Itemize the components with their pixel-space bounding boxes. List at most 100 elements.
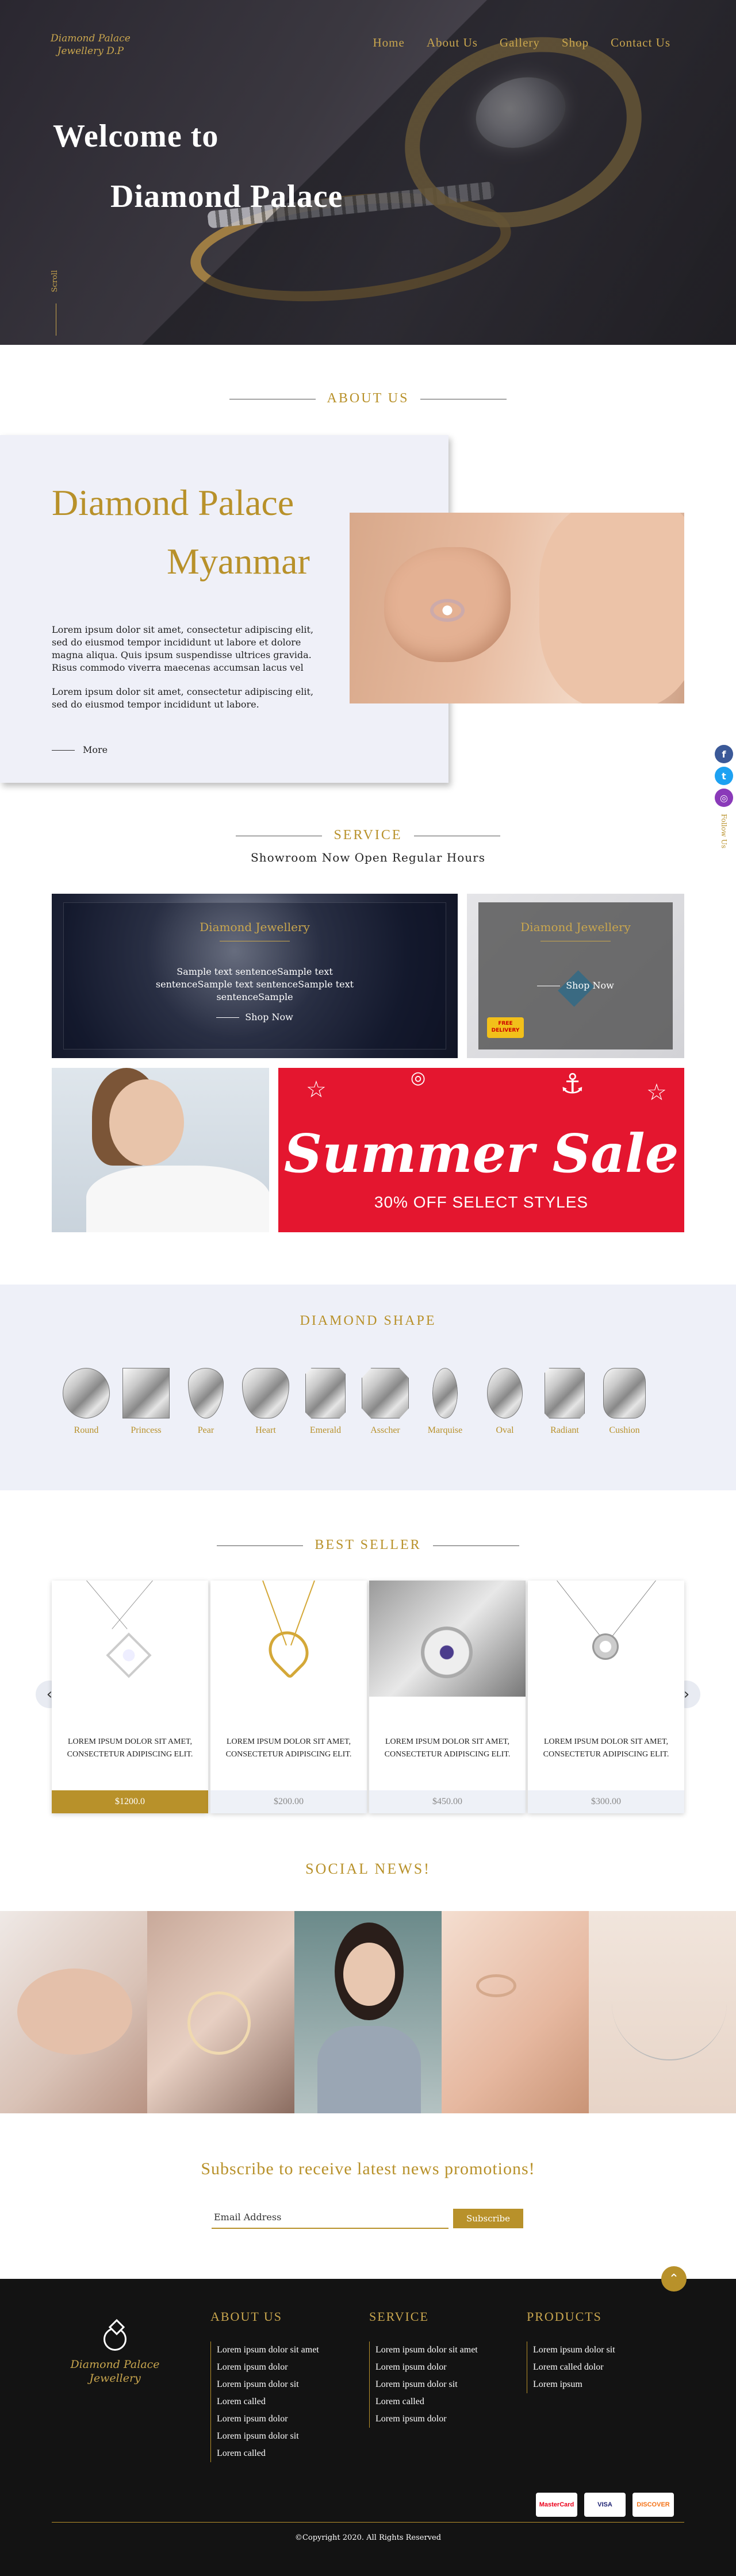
- nav-about-us[interactable]: About Us: [427, 36, 478, 50]
- footer-link[interactable]: Lorem ipsum dolor: [217, 2359, 319, 2376]
- sale-title: Summer Sale: [283, 1122, 679, 1185]
- service-shop-now-link[interactable]: Shop Now: [467, 980, 684, 991]
- product-image: [369, 1581, 526, 1697]
- shape-heart[interactable]: Heart: [236, 1368, 296, 1436]
- shape-marquise[interactable]: Marquise: [415, 1368, 475, 1436]
- social-photo-finger-ring[interactable]: [442, 1911, 589, 2113]
- ring-logo-icon: [103, 2328, 126, 2351]
- social-news-gallery: [0, 1911, 736, 2113]
- footer-link[interactable]: Lorem called: [375, 2393, 478, 2410]
- subscribe-button[interactable]: Subscribe: [453, 2209, 523, 2228]
- product-price[interactable]: $200.00: [210, 1790, 367, 1813]
- visa-icon: VISA: [584, 2493, 626, 2517]
- service-card-title: Diamond Jewellery: [520, 920, 631, 934]
- mastercard-icon: MasterCard: [536, 2493, 577, 2517]
- twitter-icon[interactable]: t: [715, 767, 733, 785]
- diamond-shape-title: DIAMOND SHAPE: [300, 1313, 436, 1328]
- nav-home[interactable]: Home: [373, 36, 405, 50]
- about-ring-photo: [350, 513, 684, 703]
- instagram-icon[interactable]: ◎: [715, 789, 733, 807]
- shape-emerald[interactable]: Emerald: [296, 1368, 355, 1436]
- footer-about-column: ABOUT US Lorem ipsum dolor sit amet Lore…: [210, 2309, 319, 2462]
- service-shop-now-link[interactable]: Shop Now: [52, 1012, 458, 1022]
- star-icon: ☆: [306, 1076, 327, 1103]
- footer-link[interactable]: Lorem ipsum dolor sit: [217, 2428, 319, 2445]
- shape-radiant[interactable]: Radiant: [535, 1368, 595, 1436]
- about-heading-line1: Diamond Palace: [52, 482, 294, 523]
- footer-logo[interactable]: Diamond Palace Jewellery: [69, 2328, 161, 2385]
- product-card[interactable]: LOREM IPSUM DOLOR SIT AMET, CONSECTETUR …: [210, 1581, 367, 1813]
- discover-icon: DISCOVER: [632, 2493, 674, 2517]
- best-seller-title: BEST SELLER: [0, 1537, 736, 1553]
- site-logo[interactable]: Diamond Palace Jewellery D.P: [51, 32, 131, 57]
- service-subtitle: Showroom Now Open Regular Hours: [250, 851, 485, 864]
- hero-banner: Diamond Palace Jewellery D.P Home About …: [0, 0, 736, 345]
- footer-link[interactable]: Lorem ipsum dolor sit: [533, 2342, 615, 2359]
- footer-link[interactable]: Lorem called dolor: [533, 2359, 615, 2376]
- footer-products-column: PRODUCTS Lorem ipsum dolor sit Lorem cal…: [527, 2309, 615, 2393]
- site-footer: [0, 2279, 736, 2576]
- product-image: [528, 1581, 684, 1697]
- footer-link[interactable]: Lorem ipsum dolor sit: [217, 2376, 319, 2393]
- product-card[interactable]: LOREM IPSUM DOLOR SIT AMET, CONSECTETUR …: [52, 1581, 208, 1813]
- social-news-title: SOCIAL NEWS!: [305, 1860, 431, 1877]
- footer-link[interactable]: Lorem called: [217, 2445, 319, 2462]
- shape-princess[interactable]: Princess: [116, 1368, 176, 1436]
- social-photo-bracelets[interactable]: [147, 1911, 294, 2113]
- product-card[interactable]: LOREM IPSUM DOLOR SIT AMET, CONSECTETUR …: [369, 1581, 526, 1813]
- footer-link[interactable]: Lorem ipsum dolor: [375, 2359, 478, 2376]
- product-price[interactable]: $450.00: [369, 1790, 526, 1813]
- shape-pear[interactable]: Pear: [176, 1368, 236, 1436]
- anchor-icon: ⚓: [560, 1068, 585, 1100]
- scroll-indicator[interactable]: Scroll: [51, 270, 59, 293]
- service-section-title: SERVICE: [0, 828, 736, 843]
- product-price[interactable]: $1200.0: [52, 1790, 208, 1813]
- footer-link[interactable]: Lorem called: [217, 2393, 319, 2410]
- about-paragraph-2: Lorem ipsum dolor sit amet, consectetur …: [52, 686, 314, 710]
- nav-contact-us[interactable]: Contact Us: [611, 36, 670, 50]
- email-field[interactable]: [212, 2206, 448, 2229]
- footer-service-column: SERVICE Lorem ipsum dolor sit amet Lorem…: [369, 2309, 478, 2428]
- service-card-diamond-jewellery[interactable]: Diamond Jewellery Sample text sentenceSa…: [52, 894, 458, 1058]
- shape-asscher[interactable]: Asscher: [355, 1368, 415, 1436]
- ball-icon: ◎: [411, 1068, 426, 1088]
- main-nav: Home About Us Gallery Shop Contact Us: [373, 36, 671, 50]
- service-card-pendant[interactable]: Diamond Jewellery Shop Now FREE DELIVERY: [467, 894, 684, 1058]
- about-more-link[interactable]: More: [52, 744, 108, 755]
- free-delivery-truck-icon: FREE DELIVERY: [487, 1017, 524, 1038]
- hero-title-line1: Welcome to: [53, 118, 219, 154]
- product-name: LOREM IPSUM DOLOR SIT AMET, CONSECTETUR …: [384, 1737, 511, 1759]
- product-image: [210, 1581, 367, 1697]
- footer-link[interactable]: Lorem ipsum dolor sit amet: [375, 2342, 478, 2359]
- shape-oval[interactable]: Oval: [475, 1368, 535, 1436]
- product-price[interactable]: $300.00: [528, 1790, 684, 1813]
- service-model-photo: [52, 1068, 269, 1232]
- footer-link[interactable]: Lorem ipsum dolor: [217, 2410, 319, 2428]
- social-photo-model[interactable]: [294, 1911, 442, 2113]
- service-card-text: Sample text sentenceSample text sentence…: [155, 966, 354, 1002]
- hero-title-line2: Diamond Palace: [110, 179, 343, 214]
- about-section-title: ABOUT US: [0, 391, 736, 406]
- footer-link[interactable]: Lorem ipsum dolor: [375, 2410, 478, 2428]
- payment-cards: MasterCard VISA DISCOVER: [536, 2493, 674, 2517]
- product-card[interactable]: LOREM IPSUM DOLOR SIT AMET, CONSECTETUR …: [528, 1581, 684, 1813]
- social-photo-necklace[interactable]: [589, 1911, 736, 2113]
- summer-sale-banner[interactable]: ☆ ◎ ⚓ ☆ Summer Sale 30% OFF SELECT STYLE…: [278, 1068, 684, 1232]
- footer-link[interactable]: Lorem ipsum dolor sit amet: [217, 2342, 319, 2359]
- nav-shop[interactable]: Shop: [562, 36, 589, 50]
- social-photo-hand-ring[interactable]: [0, 1911, 147, 2113]
- footer-link[interactable]: Lorem ipsum: [533, 2376, 615, 2393]
- subscribe-title: Subscribe to receive latest news promoti…: [201, 2159, 535, 2178]
- product-name: LOREM IPSUM DOLOR SIT AMET, CONSECTETUR …: [543, 1737, 669, 1759]
- sale-subtitle: 30% OFF SELECT STYLES: [374, 1193, 589, 1211]
- copyright-text: ©Copyright 2020. All Rights Reserved: [294, 2533, 442, 2542]
- service-card-title: Diamond Jewellery: [200, 920, 310, 934]
- back-to-top-icon[interactable]: ⌃: [661, 2266, 687, 2292]
- facebook-icon[interactable]: f: [715, 745, 733, 763]
- shape-cushion[interactable]: Cushion: [595, 1368, 654, 1436]
- shape-round[interactable]: Round: [56, 1368, 116, 1436]
- nav-gallery[interactable]: Gallery: [500, 36, 540, 50]
- star-icon: ☆: [646, 1079, 667, 1106]
- footer-link[interactable]: Lorem ipsum dolor sit: [375, 2376, 478, 2393]
- diamond-shape-list: Round Princess Pear Heart Emerald Assche…: [56, 1368, 654, 1436]
